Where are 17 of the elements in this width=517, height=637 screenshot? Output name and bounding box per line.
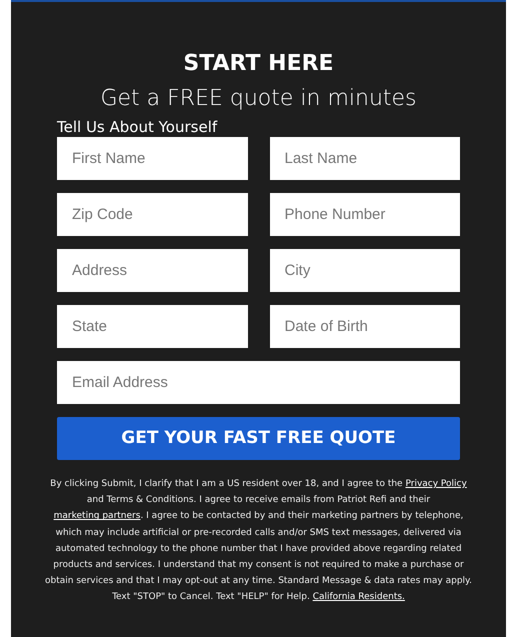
input-field[interactable]: Address: [57, 249, 248, 292]
input-field[interactable]: Last Name: [270, 137, 460, 180]
form-heading: START HERE: [182, 50, 335, 78]
input-field[interactable]: Phone Number: [270, 193, 460, 236]
input-field[interactable]: First Name: [57, 137, 248, 180]
input-field[interactable]: State: [57, 305, 248, 348]
submit-button[interactable]: GET YOUR FAST FREE QUOTE: [57, 417, 460, 460]
input-field[interactable]: Zip Code: [57, 193, 248, 236]
input-field[interactable]: City: [270, 249, 460, 292]
disclaimer-link[interactable]: marketing partners: [54, 511, 140, 522]
disclaimer-text: By clicking Submit, I clarify that I am a US resident over 18, and I agree to the Privacy Policy and Terms & Conditions. I agree to receive emails from Patriot Refi and their marketing partners. I agree to be contacted by and their marketing partners by telephone, which may include artificial or pre-recorded calls and/or SMS text messages, delivered via automated technology to the phone number that I have provided above regarding related products and services. I understand that my consent is not required to make a purchase or obtain services and that I may opt-out at any time. Standard Message & data rates may apply. Text "STOP" to Cancel. Text "HELP" for Help. California Residents.: [44, 478, 473, 604]
input-field[interactable]: Email Address: [57, 361, 460, 404]
section-label: Tell Us About Yourself: [57, 117, 218, 137]
disclaimer-link[interactable]: Privacy Policy: [405, 479, 467, 489]
form-subheading: Get a FREE quote in minutes: [99, 85, 418, 113]
input-field[interactable]: Date of Birth: [270, 305, 460, 348]
disclaimer-link[interactable]: California Residents.: [312, 592, 405, 602]
